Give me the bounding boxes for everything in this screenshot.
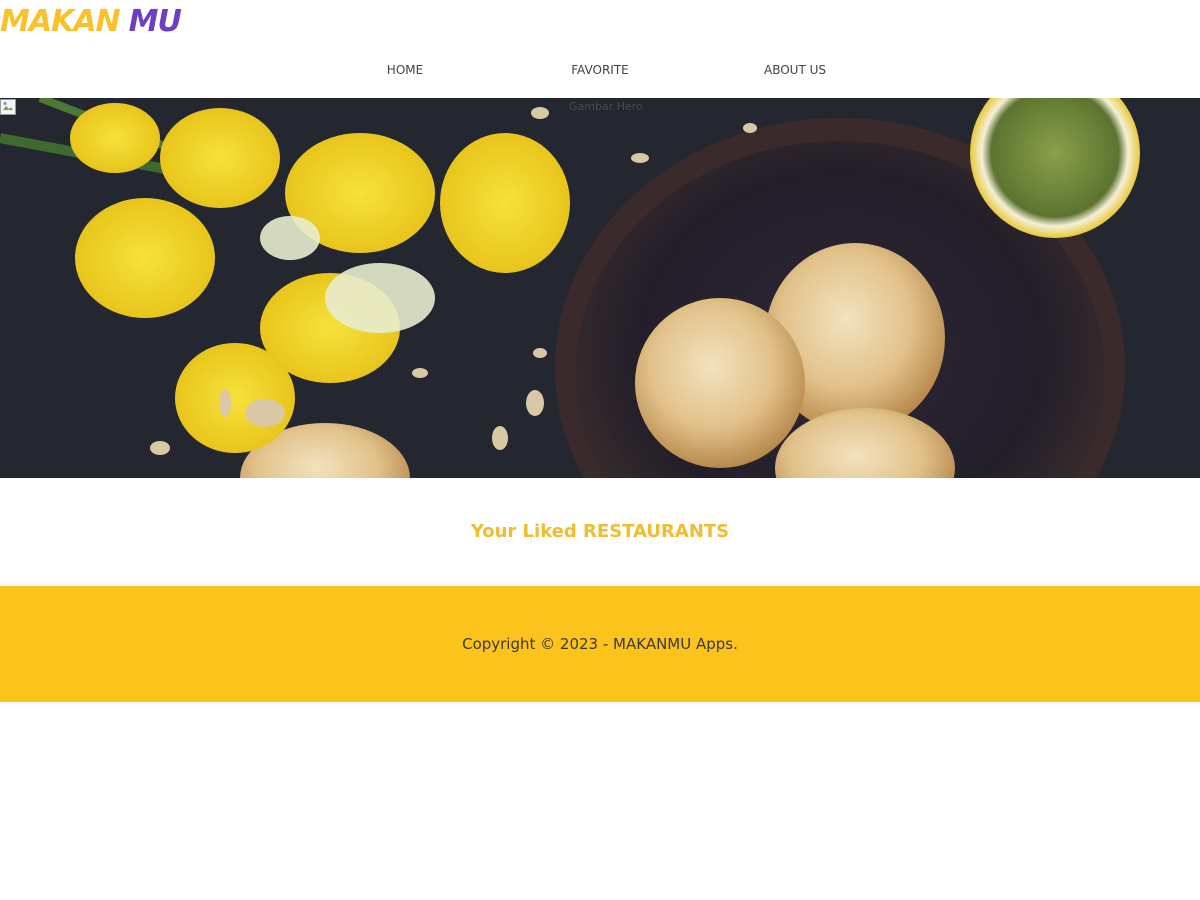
copyright-text: Copyright © 2023 - MAKANMU Apps. xyxy=(462,635,738,653)
app-header: MAKAN MU HOME FAVORITE ABOUT US xyxy=(0,0,1200,98)
hero-image-alt-text: Gambar Hero xyxy=(569,100,643,113)
liked-restaurants-title: Your Liked RESTAURANTS xyxy=(470,521,730,542)
page-footer: Copyright © 2023 - MAKANMU Apps. xyxy=(0,586,1200,702)
nav-link-home[interactable]: HOME xyxy=(387,61,423,79)
nav-link-about-us[interactable]: ABOUT US xyxy=(764,61,826,79)
broken-image-icon xyxy=(0,99,16,115)
logo-text-mu: MU xyxy=(128,4,182,39)
logo-text-makan: MAKAN xyxy=(0,4,121,39)
nav-link-favorite[interactable]: FAVORITE xyxy=(571,61,628,79)
main-nav: HOME FAVORITE ABOUT US xyxy=(0,61,1200,81)
hero-image xyxy=(0,98,1200,478)
hero-illustration xyxy=(0,98,1200,478)
logo[interactable]: MAKAN MU xyxy=(0,3,182,41)
main-content: Your Liked RESTAURANTS xyxy=(0,478,1200,586)
